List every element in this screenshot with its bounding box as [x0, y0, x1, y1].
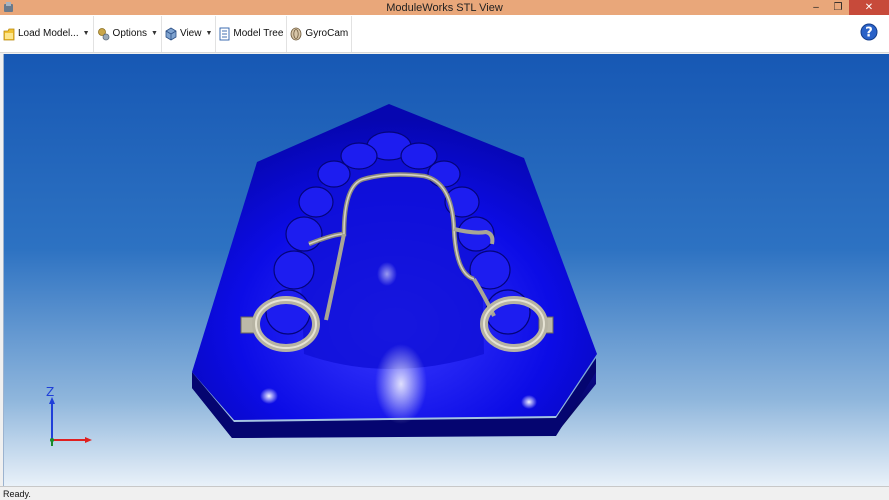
options-icon [97, 27, 109, 40]
load-model-button[interactable]: Load Model... ▼ [0, 15, 94, 52]
gyrocam-button[interactable]: GyroCam [287, 15, 353, 52]
options-button[interactable]: Options ▼ [94, 15, 162, 52]
window-title: ModuleWorks STL View [386, 1, 503, 14]
status-text: Ready. [3, 488, 31, 499]
title-bar[interactable]: ModuleWorks STL View – ❐ ✕ [0, 0, 889, 15]
dental-model[interactable] [4, 54, 889, 486]
status-bar: Ready. [0, 486, 889, 500]
window-controls: – ❐ ✕ [805, 0, 889, 15]
gyrocam-icon [291, 27, 302, 40]
svg-text:?: ? [865, 26, 873, 41]
app-window: ModuleWorks STL View – ❐ ✕ Load Model...… [0, 0, 889, 500]
options-label: Options [112, 28, 148, 39]
restore-button[interactable]: ❐ [827, 0, 849, 15]
view-cube-icon [165, 27, 177, 40]
help-icon[interactable]: ? [860, 23, 878, 41]
chevron-down-icon[interactable]: ▼ [83, 30, 90, 37]
close-button[interactable]: ✕ [849, 0, 889, 15]
folder-icon [3, 28, 15, 40]
chevron-down-icon[interactable]: ▼ [205, 30, 212, 37]
axis-indicator: Z [46, 385, 92, 446]
gyrocam-label: GyroCam [305, 28, 349, 39]
view-button[interactable]: View ▼ [162, 15, 217, 52]
chevron-down-icon[interactable]: ▼ [151, 30, 158, 37]
z-axis-label: Z [46, 385, 54, 399]
main-toolbar: Load Model... ▼ Options ▼ View ▼ Model T… [0, 15, 889, 53]
model-tree-label: Model Tree [233, 28, 284, 39]
model-tree-icon [219, 27, 230, 40]
3d-viewport[interactable]: Z [3, 54, 889, 486]
load-model-label: Load Model... [18, 28, 79, 39]
model-tree-button[interactable]: Model Tree [216, 15, 288, 52]
app-logo-icon [4, 2, 13, 12]
view-label: View [179, 28, 202, 39]
minimize-button[interactable]: – [805, 0, 827, 15]
